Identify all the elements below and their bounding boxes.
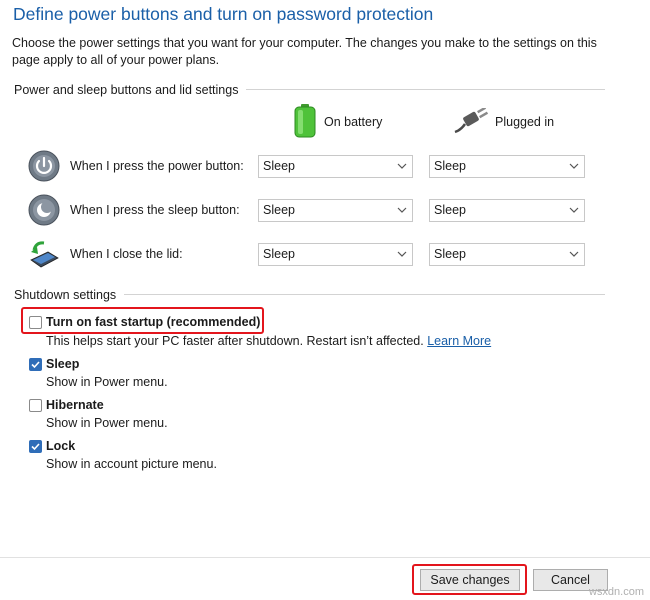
sleep-button-label: When I press the sleep button:	[70, 203, 240, 217]
page-description: Choose the power settings that you want …	[12, 36, 597, 67]
section-divider	[238, 89, 605, 90]
sleep-option-description: Show in Power menu.	[46, 375, 168, 389]
lock-option-label[interactable]: Lock	[46, 439, 75, 453]
select-value: Sleep	[263, 159, 295, 173]
watermark: wsxdn.com	[588, 586, 644, 598]
fast-startup-label[interactable]: Turn on fast startup (recommended)	[46, 315, 260, 329]
close-lid-label: When I close the lid:	[70, 247, 183, 261]
chevron-down-icon	[397, 163, 407, 169]
select-value: Sleep	[434, 203, 466, 217]
select-value: Sleep	[434, 247, 466, 261]
hibernate-checkbox[interactable]	[29, 399, 42, 412]
select-value: Sleep	[263, 203, 295, 217]
chevron-down-icon	[569, 207, 579, 213]
chevron-down-icon	[569, 251, 579, 257]
power-plug-icon	[453, 106, 489, 137]
shutdown-section-heading: Shutdown settings	[14, 288, 125, 302]
close-lid-plugged-select[interactable]: Sleep	[429, 243, 585, 266]
laptop-lid-icon	[28, 238, 60, 270]
fast-startup-description-text: This helps start your PC faster after sh…	[46, 334, 424, 348]
column-plugged-in: Plugged in	[453, 104, 554, 140]
chevron-down-icon	[397, 251, 407, 257]
lock-option-description: Show in account picture menu.	[46, 457, 217, 471]
fast-startup-description: This helps start your PC faster after sh…	[46, 334, 491, 348]
checkmark-icon	[31, 361, 40, 369]
power-section-heading: Power and sleep buttons and lid settings	[14, 83, 247, 97]
footer-divider	[0, 557, 650, 558]
battery-icon	[292, 103, 318, 141]
save-changes-button[interactable]: Save changes	[420, 569, 520, 591]
sleep-button-battery-select[interactable]: Sleep	[258, 199, 413, 222]
section-divider	[100, 294, 605, 295]
page-title: Define power buttons and turn on passwor…	[13, 4, 434, 24]
hibernate-option-description: Show in Power menu.	[46, 416, 168, 430]
sleep-checkbox[interactable]	[29, 358, 42, 371]
power-button-label: When I press the power button:	[70, 159, 244, 173]
chevron-down-icon	[397, 207, 407, 213]
hibernate-option-label[interactable]: Hibernate	[46, 398, 104, 412]
sleep-button-icon	[28, 194, 60, 226]
power-button-battery-select[interactable]: Sleep	[258, 155, 413, 178]
checkmark-icon	[31, 443, 40, 451]
lock-checkbox[interactable]	[29, 440, 42, 453]
power-button-plugged-select[interactable]: Sleep	[429, 155, 585, 178]
close-lid-battery-select[interactable]: Sleep	[258, 243, 413, 266]
chevron-down-icon	[569, 163, 579, 169]
column-on-battery: On battery	[292, 103, 383, 141]
learn-more-link[interactable]: Learn More	[427, 334, 491, 348]
sleep-button-plugged-select[interactable]: Sleep	[429, 199, 585, 222]
power-button-icon	[28, 150, 60, 182]
plugged-in-label: Plugged in	[495, 115, 555, 129]
fast-startup-checkbox[interactable]	[29, 316, 42, 329]
select-value: Sleep	[434, 159, 466, 173]
on-battery-label: On battery	[324, 115, 383, 129]
select-value: Sleep	[263, 247, 295, 261]
sleep-option-label[interactable]: Sleep	[46, 357, 79, 371]
